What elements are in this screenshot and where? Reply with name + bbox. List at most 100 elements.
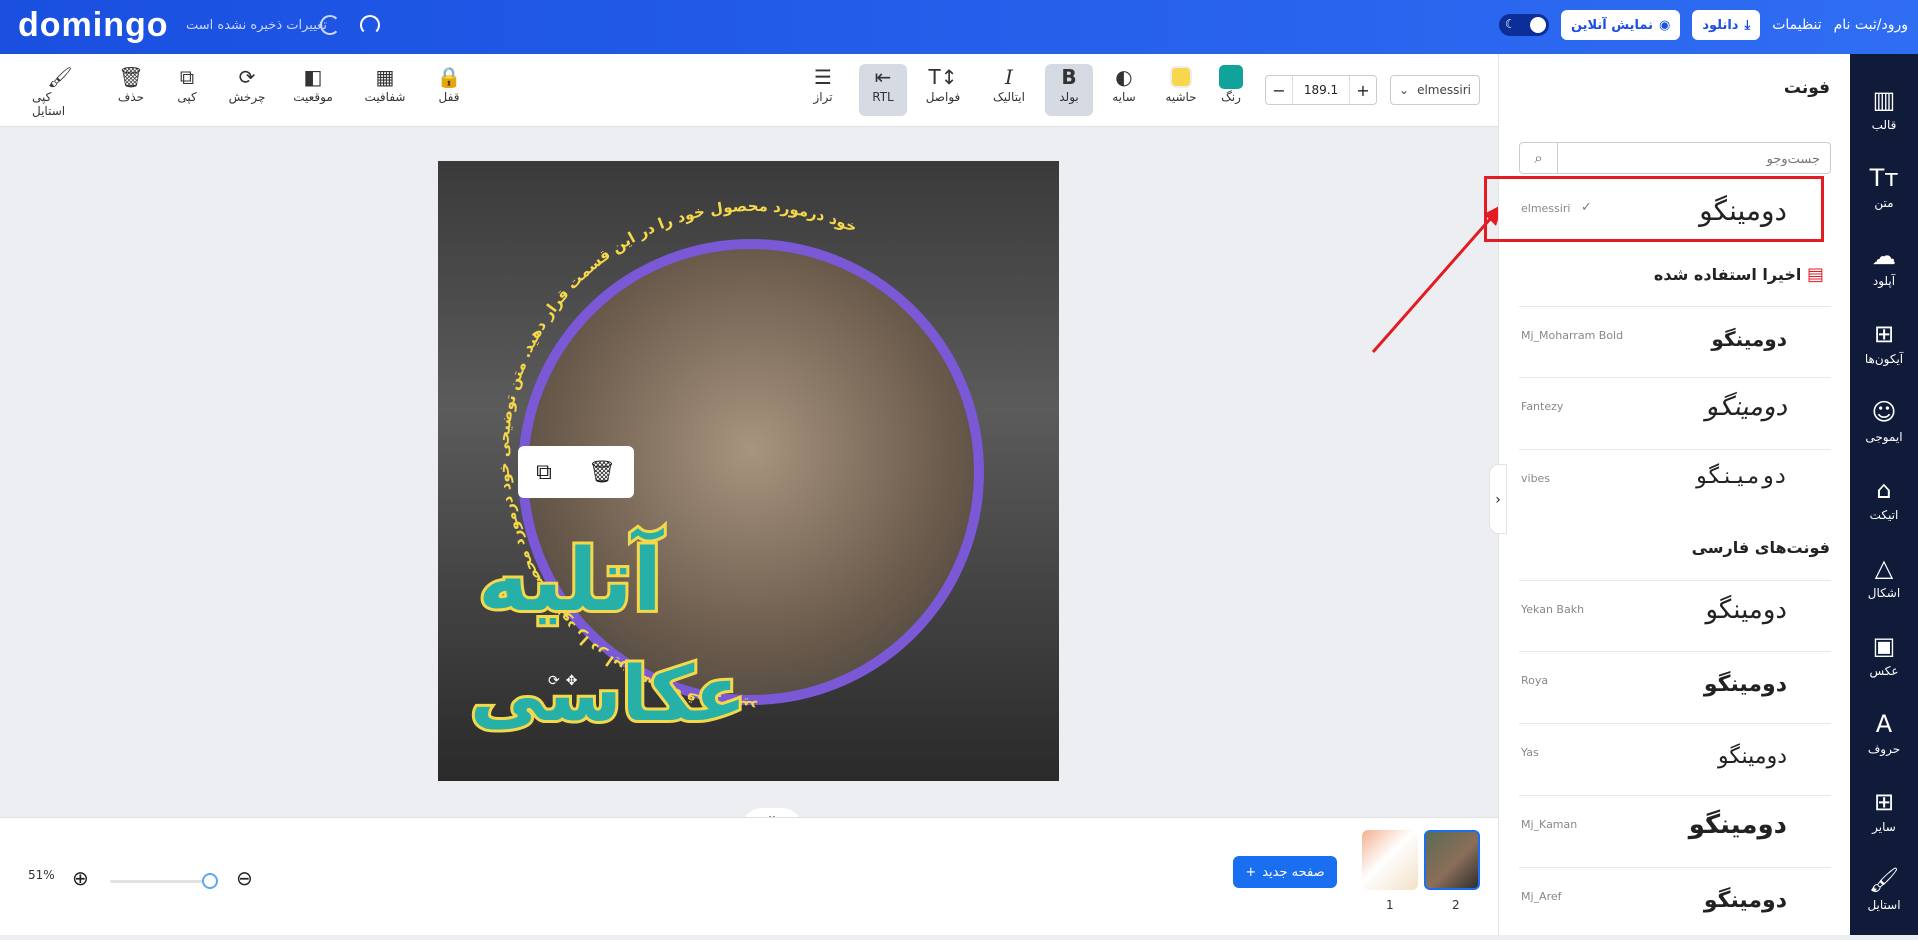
rail-item-label[interactable]: ⌂ اتیکت — [1850, 476, 1918, 522]
font-row-mj-moharram[interactable]: Mj_Moharram Bold دومینگو — [1519, 306, 1831, 378]
rtl-arrow-icon: ⇤ — [874, 65, 892, 89]
rail-item-icons[interactable]: ⊞ آیکون‌ها — [1850, 320, 1918, 366]
trash-icon: 🗑 — [118, 65, 144, 89]
online-preview-button[interactable]: ◉ نمایش آنلاین — [1560, 10, 1681, 40]
rail-item-shapes[interactable]: △ اشکال — [1850, 554, 1918, 600]
download-label: دانلود — [1702, 17, 1739, 33]
font-row-mj-aref[interactable]: Mj_Aref دومینگو — [1519, 868, 1831, 940]
new-page-button[interactable]: + صفحه جدید — [1233, 856, 1337, 888]
font-name: Mj_Aref — [1521, 890, 1562, 903]
font-name: Yekan Bakh — [1521, 603, 1585, 616]
title-atelier[interactable]: آتلیه — [475, 528, 665, 634]
copy-icon: ⧉ — [179, 65, 195, 89]
spacing-button[interactable]: T↕ فواصل — [914, 64, 972, 104]
copy-style-button[interactable]: 🖌 کپی استایل — [32, 64, 88, 118]
align-button[interactable]: ☰ تراز — [794, 64, 852, 104]
lock-button[interactable]: 🔒 قفل — [420, 64, 478, 104]
template-icon: ▥ — [1872, 86, 1896, 114]
color-button[interactable]: رنگ — [1202, 64, 1260, 104]
panel-collapse-button[interactable]: › — [1489, 464, 1507, 534]
rail-item-letters[interactable]: A حروف — [1850, 710, 1918, 756]
chevron-down-icon: ⌄ — [1399, 83, 1410, 97]
rtl-button[interactable]: ⇤ RTL — [859, 64, 907, 116]
more-icon: ⊞ — [1873, 788, 1895, 816]
rail-item-template[interactable]: ▥ قالب — [1850, 86, 1918, 132]
toggle-knob — [1529, 17, 1546, 33]
top-bar: domingo تغییرات ذخیره نشده است ورود/ثبت … — [0, 0, 1918, 54]
rail-item-more[interactable]: ⊞ سایر — [1850, 788, 1918, 834]
new-page-label: صفحه جدید — [1262, 864, 1325, 880]
rail-label: آپلود — [1872, 274, 1896, 288]
font-row-vibes[interactable]: vibes دومینگو — [1519, 450, 1831, 522]
logo[interactable]: domingo — [18, 6, 169, 45]
trash-icon[interactable]: 🗑 — [588, 460, 616, 485]
font-search-input[interactable] — [1558, 144, 1830, 172]
font-name: Yas — [1521, 746, 1539, 759]
font-row-yekan-bakh[interactable]: Yekan Bakh دومینگو — [1519, 580, 1831, 652]
bold-label: بولد — [1059, 90, 1079, 104]
font-row-roya[interactable]: Roya دومینگو — [1519, 652, 1831, 724]
italic-button[interactable]: I ایتالیک — [980, 64, 1038, 104]
copy-style-label: کپی استایل — [32, 90, 66, 118]
font-row-mj-kaman[interactable]: Mj_Kaman دومینگو — [1519, 796, 1831, 868]
dark-mode-toggle[interactable]: ☾ — [1498, 14, 1549, 36]
plus-icon: + — [1245, 864, 1257, 880]
copy-button[interactable]: ⧉ کپی — [158, 64, 216, 104]
delete-button[interactable]: 🗑 حذف — [102, 64, 160, 104]
font-row-fantezy[interactable]: Fantezy دومینگو — [1519, 378, 1831, 450]
bottom-bar: 51% ⊕ ⊖ + صفحه جدید 1 2 — [0, 817, 1498, 935]
italic-label: ایتالیک — [993, 90, 1025, 104]
font-name: Fantezy — [1521, 400, 1564, 413]
increase-size-button[interactable]: + — [1350, 81, 1376, 100]
rail-item-text[interactable]: Tт متن — [1850, 164, 1918, 210]
top-actions: ورود/ثبت نام تنظیمات ⤓ دانلود ◉ نمایش آن… — [1498, 10, 1908, 40]
rail-label: عکس — [1869, 664, 1899, 678]
trash-icon[interactable]: ▤ — [1807, 264, 1824, 285]
zoom-out-icon[interactable]: ⊖ — [236, 866, 253, 890]
position-button[interactable]: ◧ موقعیت — [284, 64, 342, 104]
rail-item-emoji[interactable]: ☺ ایموجی — [1850, 398, 1918, 444]
zoom-level: 51% — [28, 868, 55, 882]
font-size-stepper[interactable]: − 189.1 + — [1265, 75, 1377, 105]
image-icon: ▣ — [1872, 632, 1896, 660]
font-sample: دومینگو — [1694, 464, 1787, 489]
rail-item-image[interactable]: ▣ عکس — [1850, 632, 1918, 678]
font-name: vibes — [1521, 472, 1551, 485]
settings-link[interactable]: تنظیمات — [1772, 17, 1821, 33]
copy-icon[interactable]: ⧉ — [536, 460, 552, 485]
font-sample: دومینگو — [1711, 327, 1787, 351]
search-icon[interactable]: ⌕ — [1520, 143, 1558, 173]
rail-item-style[interactable]: 🖌 استایل — [1850, 866, 1918, 912]
login-link[interactable]: ورود/ثبت نام — [1834, 17, 1908, 33]
grid-icon: ⊞ — [1873, 320, 1895, 348]
refresh-icon[interactable] — [360, 15, 380, 35]
page-thumbnail-2[interactable] — [1424, 830, 1480, 890]
title-akasi[interactable]: عکاسی — [467, 646, 749, 741]
zoom-in-icon[interactable]: ⊕ — [72, 866, 89, 890]
color-label: رنگ — [1221, 90, 1241, 104]
floating-actions: ⧉ 🗑 — [518, 446, 634, 498]
persian-fonts-heading: فونت‌های فارسی — [1691, 538, 1830, 557]
bold-button[interactable]: B بولد — [1045, 64, 1093, 116]
decrease-size-button[interactable]: − — [1266, 81, 1292, 100]
annotation-highlight-box — [1484, 176, 1824, 242]
font-select[interactable]: ⌄ elmessiri — [1390, 75, 1480, 105]
style-icon: 🖌 — [1868, 866, 1900, 894]
font-row-yas[interactable]: Yas دومینگو — [1519, 724, 1831, 796]
design-canvas[interactable]: خود درمورد محصول خود را در این قسمت قرار… — [438, 161, 1059, 781]
zoom-slider-handle[interactable] — [202, 873, 218, 889]
upload-icon: ☁ — [1872, 242, 1896, 270]
zoom-slider-track[interactable] — [110, 880, 210, 883]
shadow-button[interactable]: ◐ سایه — [1095, 64, 1153, 104]
rail-item-upload[interactable]: ☁ آپلود — [1850, 242, 1918, 288]
download-button[interactable]: ⤓ دانلود — [1692, 10, 1761, 40]
transparency-button[interactable]: ▦ شفافیت — [356, 64, 414, 104]
font-sample: دومینگو — [1705, 392, 1787, 422]
page-thumbnail-1[interactable] — [1362, 830, 1418, 890]
italic-icon: I — [1005, 65, 1013, 89]
border-label: حاشیه — [1165, 90, 1197, 104]
moon-icon: ☾ — [1504, 17, 1516, 31]
spacing-label: فواصل — [925, 90, 961, 104]
font-size-value[interactable]: 189.1 — [1292, 76, 1350, 104]
rotate-button[interactable]: ⟳ چرخش — [218, 64, 276, 104]
